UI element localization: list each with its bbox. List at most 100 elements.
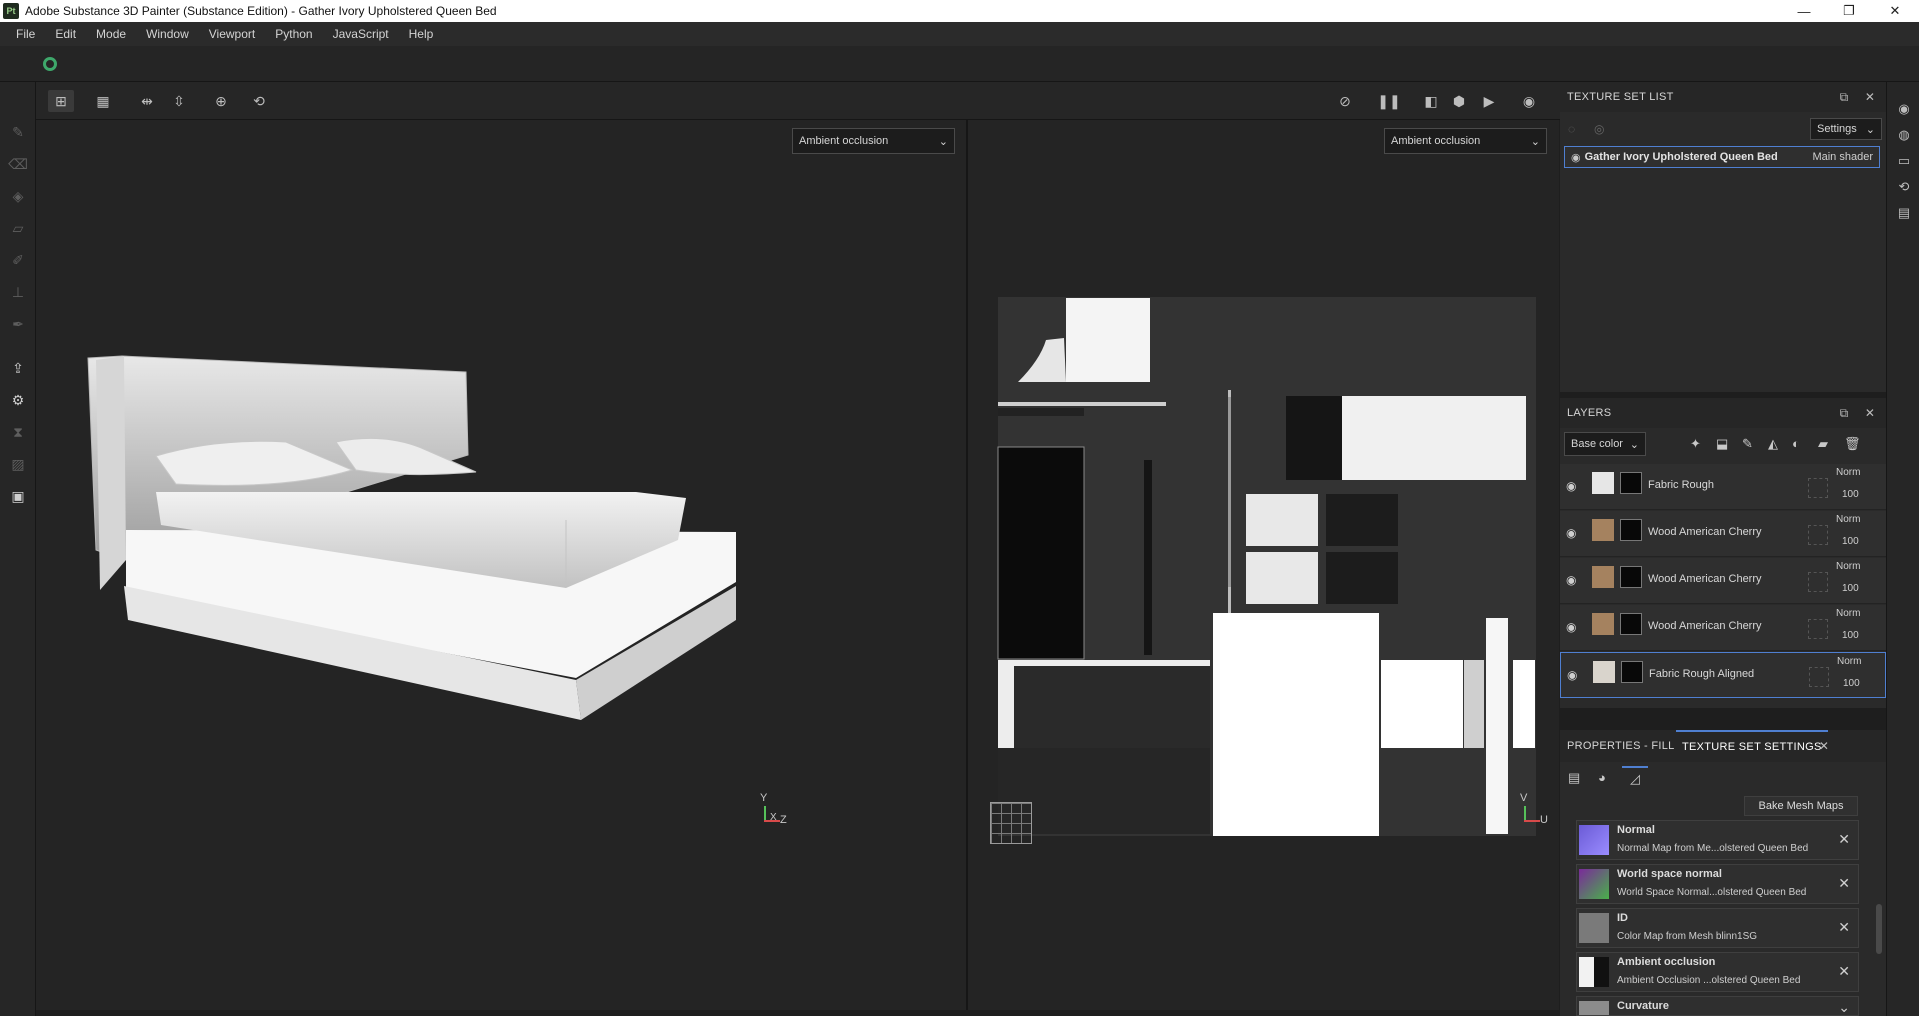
- color-picker-icon[interactable]: ✒: [8, 314, 28, 334]
- mesh-map-item[interactable]: ID Color Map from Mesh blinn1SG ✕: [1576, 908, 1859, 948]
- menu-python[interactable]: Python: [265, 27, 322, 41]
- mesh-map-item[interactable]: World space normal World Space Normal...…: [1576, 864, 1859, 904]
- tab-properties-fill[interactable]: PROPERTIES - FILL: [1567, 740, 1675, 752]
- visibility-eye-icon[interactable]: ◉: [1566, 573, 1582, 589]
- menu-javascript[interactable]: JavaScript: [323, 27, 399, 41]
- log-icon[interactable]: ▤: [1895, 204, 1913, 222]
- layer-opacity[interactable]: 100: [1843, 678, 1860, 689]
- menu-window[interactable]: Window: [136, 27, 199, 41]
- grid-view-icon[interactable]: ▦: [90, 90, 116, 112]
- shelf-icon[interactable]: ◍: [1895, 126, 1913, 144]
- eraser-icon[interactable]: ⌫: [8, 154, 28, 174]
- layer-opacity[interactable]: 100: [1842, 630, 1859, 641]
- remove-map-icon[interactable]: ✕: [1838, 875, 1850, 892]
- eye-icon[interactable]: ◎: [1594, 122, 1604, 136]
- layer-mask-slot[interactable]: [1808, 572, 1828, 592]
- layer-opacity[interactable]: 100: [1842, 583, 1859, 594]
- undock-icon[interactable]: ⧉: [1836, 89, 1852, 105]
- hide-icon[interactable]: ⊘: [1332, 90, 1358, 112]
- pause-icon[interactable]: ❚❚: [1376, 90, 1402, 112]
- layer-row[interactable]: ◉ Fabric Rough Norm 100: [1560, 464, 1886, 510]
- visibility-eye-icon[interactable]: ◉: [1567, 668, 1583, 684]
- settings-gear-icon[interactable]: ⚙: [8, 390, 28, 410]
- undock-icon[interactable]: ⧉: [1836, 405, 1852, 421]
- menu-help[interactable]: Help: [399, 27, 444, 41]
- close-panel-icon[interactable]: ✕: [1862, 405, 1878, 421]
- paint-brush-icon[interactable]: ✎: [8, 122, 28, 142]
- screenshot-icon[interactable]: ▣: [8, 486, 28, 506]
- menu-edit[interactable]: Edit: [45, 27, 86, 41]
- material-sphere-icon[interactable]: ◕: [1598, 770, 1606, 785]
- add-effect-icon[interactable]: ⬓: [1716, 436, 1728, 452]
- texture-set-settings-select[interactable]: Settings ⌄: [1810, 118, 1882, 140]
- layer-mask-slot[interactable]: [1809, 667, 1829, 687]
- viewport-3d[interactable]: Ambient occlusion ⌄ Y X Z: [36, 120, 966, 1010]
- cube-icon[interactable]: ⬢: [1446, 90, 1472, 112]
- remove-map-icon[interactable]: ✕: [1838, 963, 1850, 980]
- shader-settings-icon[interactable]: ▤: [1568, 770, 1580, 786]
- texture-set-item[interactable]: ◉ Gather Ivory Upholstered Queen Bed Mai…: [1564, 146, 1880, 168]
- scrollbar-thumb[interactable]: [1876, 904, 1882, 954]
- mesh-maps-icon[interactable]: ◿: [1622, 766, 1648, 790]
- export-icon[interactable]: ⇪: [8, 358, 28, 378]
- camera-snapshot-icon[interactable]: ◉: [1516, 90, 1542, 112]
- texture-set-list-icon[interactable]: ◉: [1895, 100, 1913, 118]
- hide-all-icon[interactable]: ◌: [1568, 122, 1575, 136]
- remove-map-icon[interactable]: ✕: [1838, 919, 1850, 936]
- layer-blend-mode[interactable]: Norm: [1836, 608, 1860, 619]
- layer-mask-slot[interactable]: [1808, 478, 1828, 498]
- close-window-button[interactable]: ✕: [1872, 0, 1918, 22]
- uv-tile-grid-icon[interactable]: [990, 802, 1032, 844]
- layer-row[interactable]: ◉ Wood American Cherry Norm 100: [1560, 605, 1886, 651]
- eye-icon[interactable]: ◉: [1571, 151, 1581, 164]
- add-view-icon[interactable]: ⊕: [208, 90, 234, 112]
- expand-icon[interactable]: ⌄: [1838, 999, 1850, 1015]
- mesh-map-item[interactable]: Curvature ⌄: [1576, 996, 1859, 1016]
- tab-texture-set-settings[interactable]: TEXTURE SET SETTINGS: [1676, 730, 1828, 762]
- camera-video-icon[interactable]: ▶: [1476, 90, 1502, 112]
- layer-row[interactable]: ◉ Wood American Cherry Norm 100: [1560, 558, 1886, 604]
- remove-map-icon[interactable]: ✕: [1838, 831, 1850, 848]
- layer-blend-mode[interactable]: Norm: [1836, 514, 1860, 525]
- layer-row[interactable]: ◉ Wood American Cherry Norm 100: [1560, 511, 1886, 557]
- layer-blend-mode[interactable]: Norm: [1837, 656, 1861, 667]
- layer-opacity[interactable]: 100: [1842, 536, 1859, 547]
- layer-mask-slot[interactable]: [1808, 619, 1828, 639]
- visibility-eye-icon[interactable]: ◉: [1566, 526, 1582, 542]
- uv-icon[interactable]: ▨: [8, 454, 28, 474]
- bake-mesh-maps-button[interactable]: Bake Mesh Maps: [1744, 796, 1858, 816]
- mesh-map-item[interactable]: Ambient occlusion Ambient Occlusion ...o…: [1576, 952, 1859, 992]
- viewport-2d[interactable]: Ambient occlusion ⌄ V U: [968, 120, 1559, 1010]
- history-icon[interactable]: ⟲: [246, 90, 272, 112]
- layer-blend-mode[interactable]: Norm: [1836, 561, 1860, 572]
- magic-wand-icon[interactable]: ✦: [1690, 436, 1701, 452]
- fill-layer-icon[interactable]: ◭: [1768, 436, 1778, 452]
- trash-icon[interactable]: 🗑: [1844, 436, 1861, 452]
- folder-icon[interactable]: ▰: [1818, 436, 1828, 452]
- layer-row-selected[interactable]: ◉ Fabric Rough Aligned Norm 100: [1560, 652, 1886, 698]
- archive-icon[interactable]: ▭: [1895, 152, 1913, 170]
- smudge-icon[interactable]: ✐: [8, 250, 28, 270]
- visibility-eye-icon[interactable]: ◉: [1566, 479, 1582, 495]
- menu-viewport[interactable]: Viewport: [199, 27, 265, 41]
- close-tab-icon[interactable]: ✕: [1816, 738, 1832, 754]
- maximize-button[interactable]: ❐: [1826, 0, 1872, 22]
- visibility-eye-icon[interactable]: ◉: [1566, 620, 1582, 636]
- layer-blend-mode[interactable]: Norm: [1836, 467, 1860, 478]
- mirror-y-icon[interactable]: ⇳: [166, 90, 192, 112]
- polygon-fill-icon[interactable]: ▱: [8, 218, 28, 238]
- projection-icon[interactable]: ◈: [8, 186, 28, 206]
- mesh-map-item[interactable]: Normal Normal Map from Me...olstered Que…: [1576, 820, 1859, 860]
- minimize-button[interactable]: —: [1781, 0, 1827, 22]
- layer-opacity[interactable]: 100: [1842, 489, 1859, 500]
- hourglass-icon[interactable]: ⧗: [8, 422, 28, 442]
- split-view-icon[interactable]: ◧: [1418, 90, 1444, 112]
- mirror-x-icon[interactable]: ⇹: [134, 90, 160, 112]
- close-panel-icon[interactable]: ✕: [1862, 89, 1878, 105]
- add-mask-icon[interactable]: ◐: [1792, 436, 1800, 451]
- paint-layer-icon[interactable]: ✎: [1742, 436, 1753, 452]
- clone-stamp-icon[interactable]: ⊥: [8, 282, 28, 302]
- menu-mode[interactable]: Mode: [86, 27, 136, 41]
- layer-mask-slot[interactable]: [1808, 525, 1828, 545]
- single-view-icon[interactable]: ⊞: [48, 90, 74, 112]
